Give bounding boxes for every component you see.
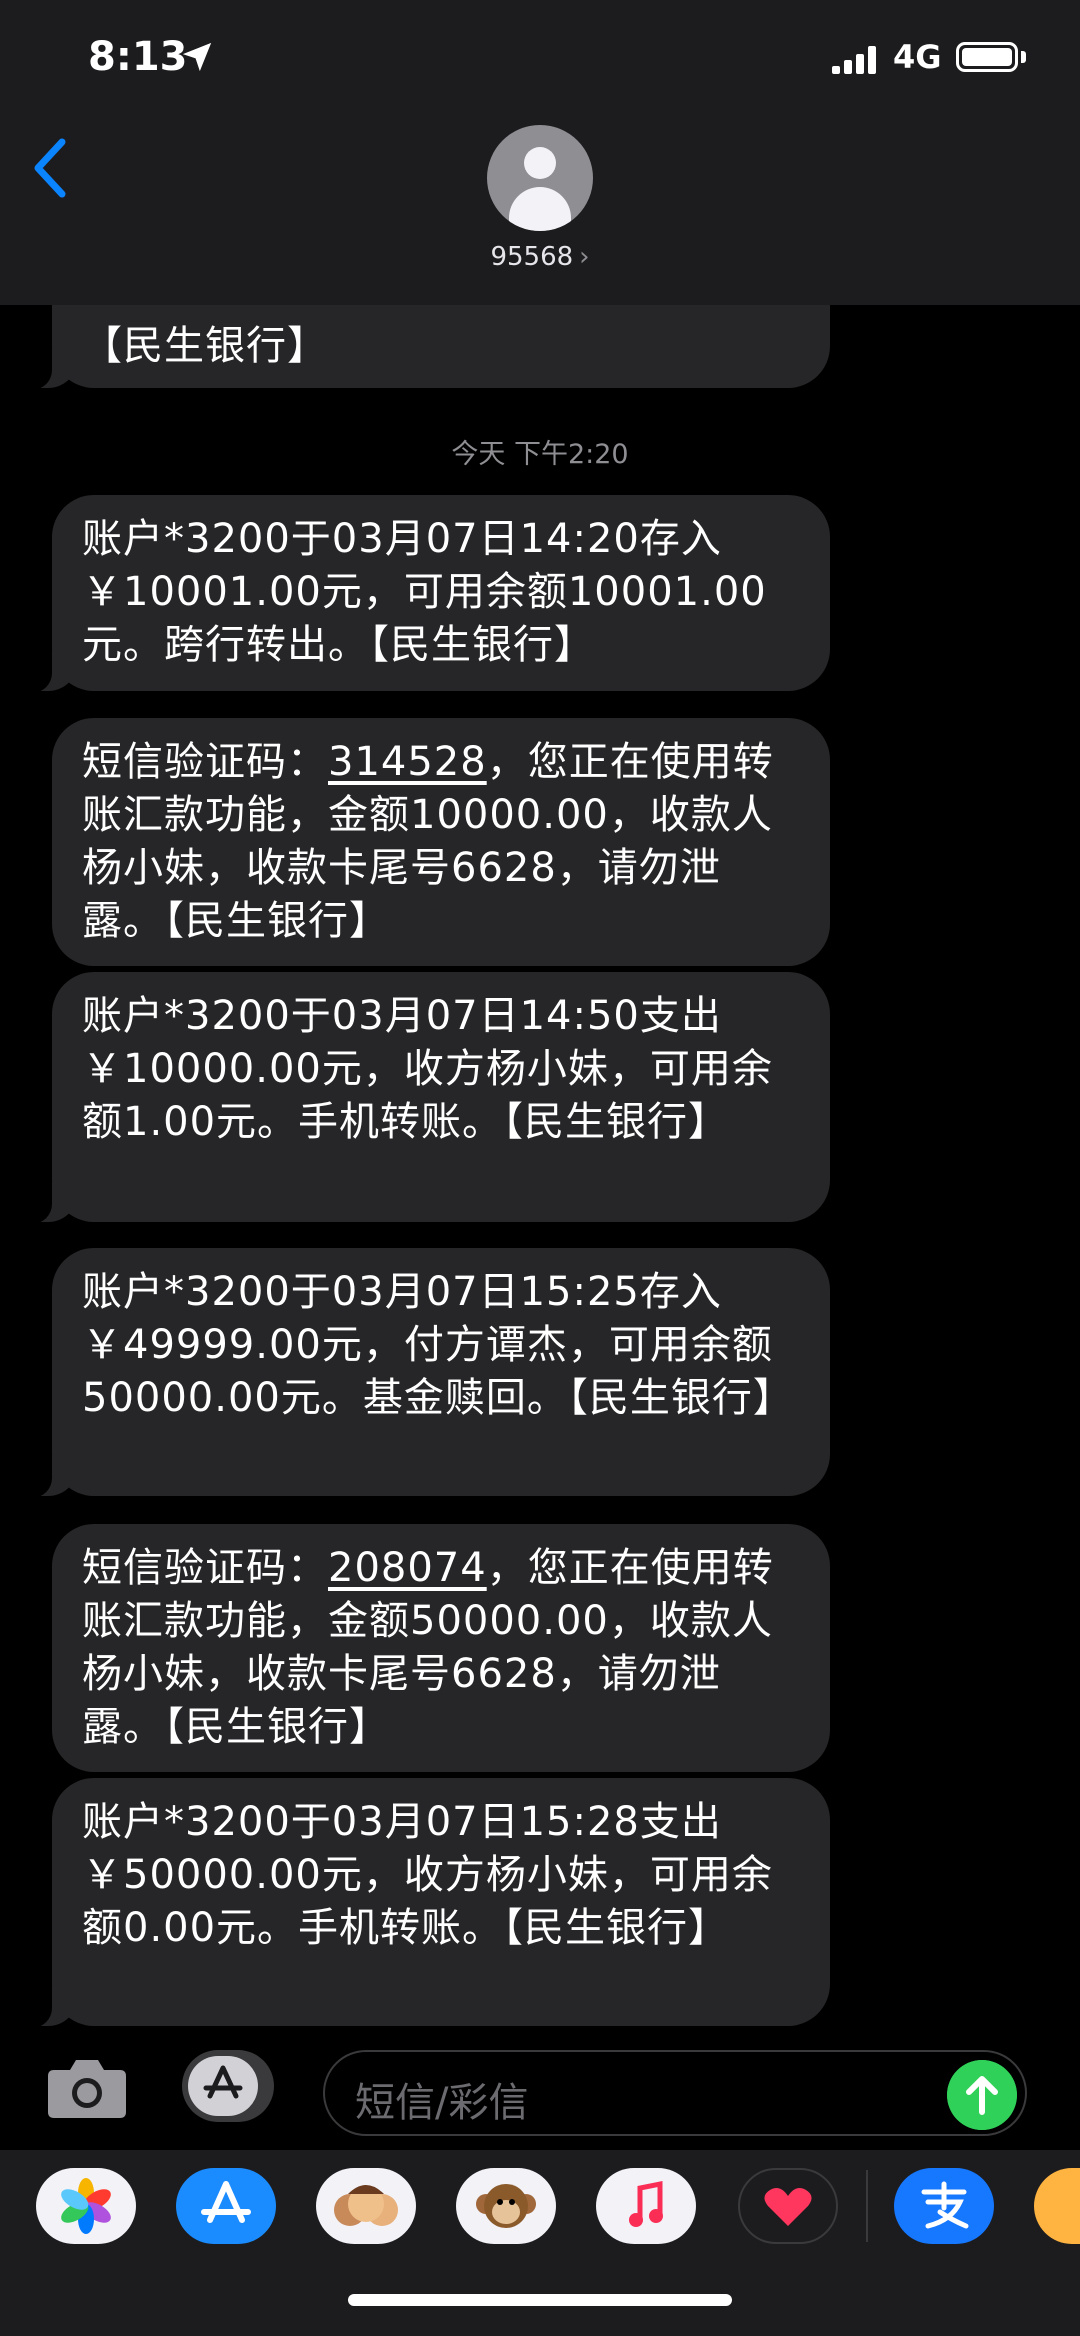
battery-tip — [1021, 51, 1026, 63]
extra-app-icon[interactable] — [1034, 2168, 1080, 2244]
imessage-app-drawer — [0, 2150, 1080, 2336]
message-text-pre: 短信验证码： — [82, 739, 328, 785]
verification-code-link[interactable]: 208074 — [328, 1545, 487, 1591]
message-bubble[interactable]: 账户*3200于03月07日14:50支出￥10000.00元，收方杨小妹，可用… — [26, 972, 830, 1224]
music-icon[interactable] — [596, 2168, 696, 2244]
back-chevron-icon[interactable] — [28, 136, 72, 200]
home-indicator — [348, 2294, 732, 2306]
message-input[interactable]: 短信/彩信 — [323, 2050, 1027, 2136]
heart-sticker-icon[interactable] — [738, 2168, 838, 2244]
monkey-animoji-icon[interactable] — [456, 2168, 556, 2244]
alipay-icon[interactable] — [894, 2168, 994, 2244]
appstore-icon[interactable] — [176, 2168, 276, 2244]
message-text: 账户*3200于03月07日15:25存入￥49999.00元，付方谭杰，可用余… — [82, 1269, 794, 1421]
network-type: 4G — [893, 38, 942, 76]
status-time: 8:13 — [88, 34, 188, 80]
message-bubble[interactable]: 账户*3200于03月07日15:28支出￥50000.00元，收方杨小妹，可用… — [26, 1778, 830, 2028]
signal-strength-icon — [832, 46, 878, 74]
contact-name[interactable]: 95568 › — [0, 242, 1080, 272]
drawer-divider — [866, 2170, 868, 2242]
message-text-pre: 短信验证码： — [82, 1545, 328, 1591]
app-store-button-icon[interactable] — [182, 2050, 274, 2122]
message-bubble[interactable]: 账户*3200于03月07日14:20存入￥10001.00元，可用余额1000… — [26, 495, 830, 693]
battery-icon — [956, 42, 1018, 72]
camera-icon[interactable] — [46, 2056, 128, 2120]
message-text: 账户*3200于03月07日14:50支出￥10000.00元，收方杨小妹，可用… — [82, 993, 773, 1145]
message-bubble[interactable]: 短信验证码：314528，您正在使用转账汇款功能，金额10000.00，收款人杨… — [52, 718, 830, 966]
message-text: 账户*3200于03月07日15:28支出￥50000.00元，收方杨小妹，可用… — [82, 1799, 773, 1951]
verification-code-link[interactable]: 314528 — [328, 739, 487, 785]
photos-icon[interactable] — [36, 2168, 136, 2244]
contact-number: 95568 — [490, 242, 574, 272]
message-input-placeholder: 短信/彩信 — [355, 2080, 529, 2126]
conversation-header: 8:13 4G 95568 › — [0, 0, 1080, 305]
send-arrow-icon[interactable] — [947, 2060, 1017, 2130]
location-arrow-icon — [182, 42, 212, 72]
contact-avatar[interactable] — [487, 125, 593, 231]
message-timestamp: 今天 下午2:20 — [451, 439, 629, 470]
contact-chevron-icon: › — [579, 242, 590, 272]
memoji-icon[interactable] — [316, 2168, 416, 2244]
message-text: 账户*3200于03月07日14:20存入￥10001.00元，可用余额1000… — [82, 516, 767, 668]
message-composer: 短信/彩信 — [0, 2030, 1080, 2150]
message-text: 【民生银行】 — [82, 323, 328, 369]
message-bubble[interactable]: 账户*3200于03月07日15:25存入￥49999.00元，付方谭杰，可用余… — [26, 1248, 830, 1498]
message-bubble[interactable]: 短信验证码：208074，您正在使用转账汇款功能，金额50000.00，收款人杨… — [52, 1524, 830, 1772]
